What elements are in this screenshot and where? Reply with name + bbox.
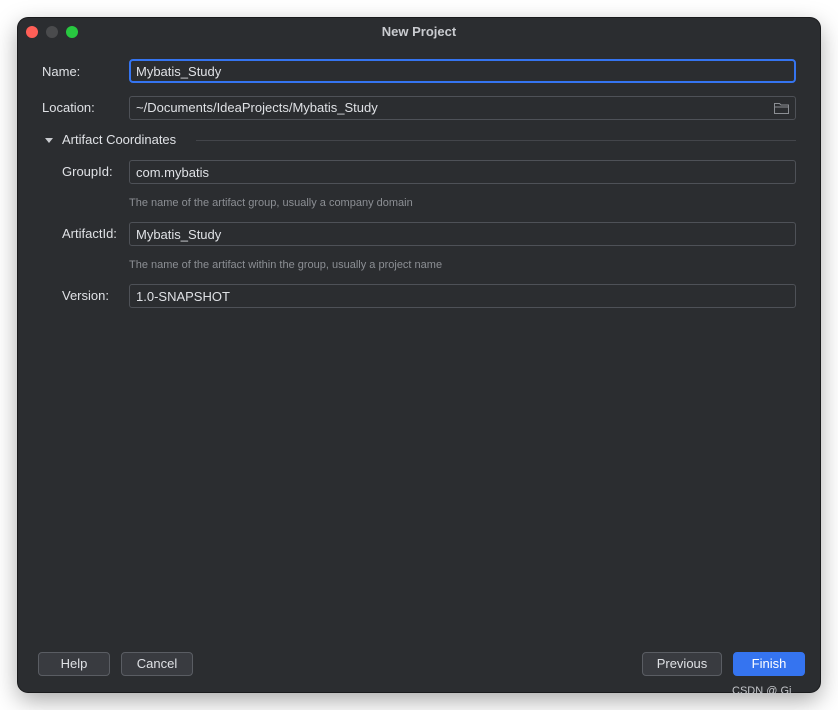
artifact-coordinates-title[interactable]: Artifact Coordinates [62,132,176,148]
version-label: Version: [62,288,109,303]
name-input[interactable] [129,59,796,83]
artifact-id-label: ArtifactId: [62,226,117,241]
minimize-window-button[interactable] [46,26,58,38]
group-id-hint: The name of the artifact group, usually … [129,197,413,209]
folder-icon[interactable] [774,102,789,114]
help-button[interactable]: Help [38,652,110,676]
triangle-down-icon[interactable] [44,136,54,146]
artifact-id-hint: The name of the artifact within the grou… [129,259,443,271]
name-label: Name: [42,64,81,79]
window-title: New Project [381,24,457,39]
location-field[interactable]: ~/Documents/IdeaProjects/Mybatis_Study [129,96,796,120]
location-label: Location: [42,100,95,115]
maximize-window-button[interactable] [66,26,78,38]
cancel-button[interactable]: Cancel [121,652,193,676]
location-value: ~/Documents/IdeaProjects/Mybatis_Study [136,100,378,115]
previous-button[interactable]: Previous [642,652,722,676]
close-window-button[interactable] [26,26,38,38]
title-bar: New Project [18,18,820,46]
group-id-label: GroupId: [62,164,113,179]
watermark: CSDN @ Gi [732,685,792,697]
finish-button[interactable]: Finish [733,652,805,676]
version-input[interactable] [129,284,796,308]
section-divider [196,140,796,141]
new-project-dialog: New Project Name: Location: ~/Documents/… [18,18,820,692]
group-id-input[interactable] [129,160,796,184]
artifact-id-input[interactable] [129,222,796,246]
